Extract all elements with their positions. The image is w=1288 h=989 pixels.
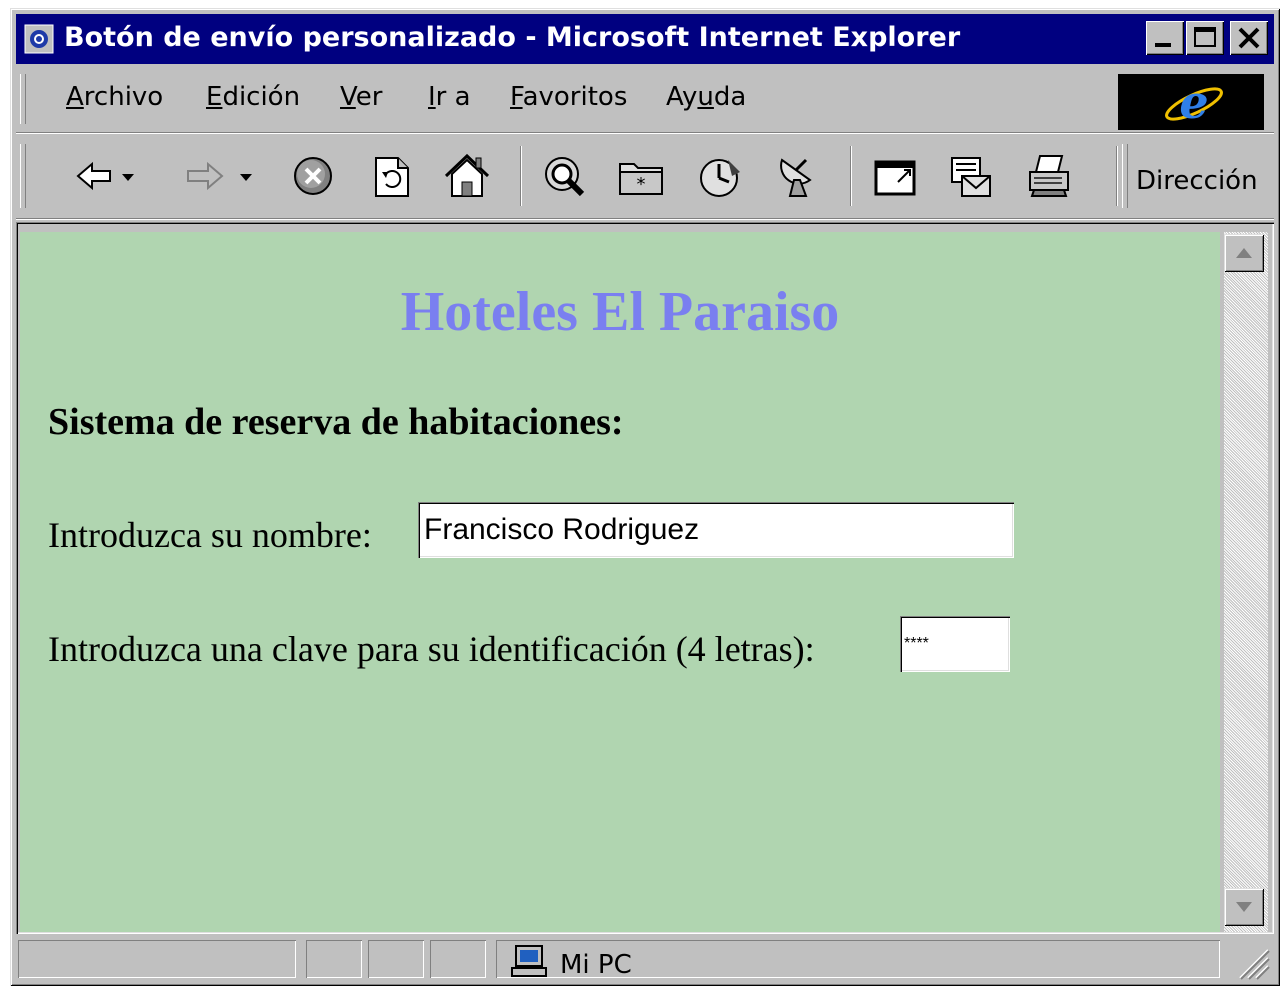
password-field-frame[interactable] (900, 616, 1010, 672)
toolbar-separator-3 (1116, 146, 1118, 206)
menubar-separator (16, 132, 1274, 134)
resize-grip-icon[interactable] (1234, 944, 1270, 980)
web-page: Hoteles El Paraiso Sistema de reserva de… (20, 232, 1220, 932)
toolbar-separator-2 (850, 146, 852, 206)
back-button[interactable] (72, 150, 152, 202)
vertical-scrollbar[interactable] (1224, 232, 1268, 932)
favorites-button[interactable]: * (614, 150, 668, 202)
ie-app-icon (24, 24, 54, 54)
title-bar[interactable]: Botón de envío personalizado - Microsoft… (16, 14, 1274, 64)
search-icon (545, 157, 585, 197)
window-title: Botón de envío personalizado - Microsoft… (64, 22, 961, 53)
maximize-icon (1194, 27, 1216, 47)
maximize-button[interactable] (1186, 21, 1224, 55)
menu-ir-a[interactable]: Ir a (428, 82, 471, 112)
toolbar: * (16, 136, 1274, 218)
back-icon (76, 161, 134, 191)
mail-icon (951, 157, 991, 197)
home-button[interactable] (440, 150, 494, 202)
menubar-grip[interactable] (20, 74, 26, 124)
forward-button[interactable] (182, 150, 262, 202)
home-icon (444, 153, 490, 197)
status-panel-1 (306, 940, 362, 978)
status-zone-text: Mi PC (560, 950, 632, 980)
name-label: Introduzca su nombre: (48, 515, 372, 555)
menu-bar: Archivo Edición Ver Ir a Favoritos Ayuda (16, 68, 1274, 130)
print-icon (1029, 155, 1069, 197)
svg-text:e: e (1179, 75, 1208, 129)
favorites-icon: * (619, 163, 663, 195)
password-input[interactable] (900, 616, 1010, 672)
name-field-frame[interactable] (418, 502, 1014, 558)
forward-icon (187, 161, 252, 191)
toolbar-bottom-separator (16, 218, 1274, 220)
computer-icon (511, 945, 547, 977)
fullscreen-icon (874, 160, 916, 196)
scroll-down-button[interactable] (1224, 888, 1264, 926)
refresh-icon (375, 157, 409, 197)
menu-ayuda[interactable]: Ayuda (666, 82, 746, 112)
mail-button[interactable] (944, 150, 998, 202)
search-button[interactable] (536, 150, 590, 202)
toolbar-grip[interactable] (20, 144, 26, 208)
svg-text:*: * (637, 174, 646, 195)
menu-ver[interactable]: Ver (340, 82, 382, 112)
menu-edicion[interactable]: Edición (206, 82, 300, 112)
history-button[interactable] (692, 150, 746, 202)
history-icon (700, 159, 740, 197)
toolbar-separator (520, 146, 522, 206)
close-button[interactable] (1230, 21, 1268, 55)
stop-icon (294, 157, 332, 195)
fullscreen-button[interactable] (868, 150, 922, 202)
status-panel-main (18, 940, 296, 978)
page-subheading: Sistema de reserva de habitaciones: (48, 401, 624, 443)
address-grip[interactable] (1122, 144, 1128, 208)
ie-throbber: e (1118, 74, 1264, 130)
refresh-button[interactable] (364, 150, 418, 202)
address-label[interactable]: Dirección (1136, 166, 1258, 196)
scroll-down-icon (1236, 902, 1252, 912)
scroll-up-icon (1236, 248, 1252, 258)
ie-logo-icon: e (1165, 75, 1223, 129)
browser-window: Botón de envío personalizado - Microsoft… (10, 8, 1280, 986)
minimize-button[interactable] (1146, 21, 1184, 55)
channels-icon (780, 158, 812, 197)
status-panel-3 (430, 940, 486, 978)
close-icon (1238, 27, 1260, 49)
name-input[interactable] (418, 502, 1014, 558)
status-panel-2 (368, 940, 424, 978)
page-heading: Hoteles El Paraiso (400, 281, 840, 343)
channels-button[interactable] (770, 150, 824, 202)
password-label: Introduzca una clave para su identificac… (48, 629, 815, 669)
print-button[interactable] (1022, 150, 1076, 202)
menu-archivo[interactable]: Archivo (66, 82, 163, 112)
minimize-icon (1155, 43, 1171, 47)
scroll-up-button[interactable] (1224, 234, 1264, 272)
status-bar (16, 936, 1274, 982)
stop-button[interactable] (286, 150, 340, 202)
menu-favoritos[interactable]: Favoritos (510, 82, 627, 112)
